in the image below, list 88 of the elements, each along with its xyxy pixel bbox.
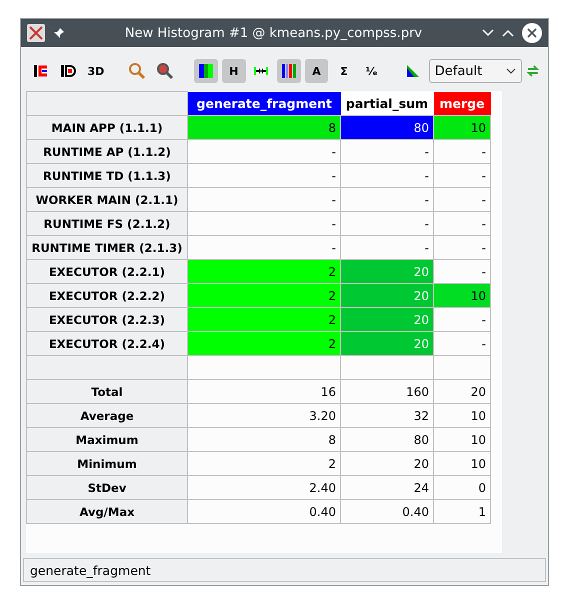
maximize-icon[interactable]	[502, 29, 514, 37]
row-header: MAIN APP (1.1.1)	[26, 116, 188, 140]
refresh-icon[interactable]	[526, 64, 540, 78]
table-cell: 8	[188, 116, 340, 140]
row-header: Total	[26, 380, 188, 404]
table-cell: 20	[340, 260, 434, 284]
toolbar-button[interactable]: A	[304, 59, 328, 83]
arrows-icon	[254, 65, 268, 77]
app-icon	[27, 24, 45, 42]
table-cell: 24	[340, 476, 434, 500]
table-cell: -	[188, 188, 340, 212]
pin-icon[interactable]	[53, 27, 65, 39]
row-header: EXECUTOR (2.2.2)	[26, 284, 188, 308]
magnifier-icon	[128, 62, 146, 80]
table-cell: 20	[434, 380, 490, 404]
row-header: StDev	[26, 476, 188, 500]
toolbar-button[interactable]: ⅟ₑ	[360, 59, 384, 83]
table-cell: -	[340, 212, 434, 236]
table-cell: 10	[434, 428, 490, 452]
toolbar-button[interactable]	[194, 59, 218, 83]
table-cell: 2	[188, 332, 340, 356]
close-icon[interactable]	[522, 23, 542, 43]
table-cell: 1	[434, 500, 490, 524]
row-header: EXECUTOR (2.2.4)	[26, 332, 188, 356]
table-cell: -	[434, 236, 490, 260]
table-cell: -	[340, 164, 434, 188]
table-cell: 16	[188, 380, 340, 404]
window-title: New Histogram #1 @ kmeans.py_compss.prv	[124, 26, 424, 40]
row-header: EXECUTOR (2.2.1)	[26, 260, 188, 284]
row-header: Minimum	[26, 452, 188, 476]
chart-icon	[32, 63, 49, 79]
table-cell: -	[188, 212, 340, 236]
row-header: Avg/Max	[26, 500, 188, 524]
colors-icon	[282, 64, 296, 78]
table-cell: -	[340, 140, 434, 164]
table-cell: 0.40	[340, 500, 434, 524]
table-cell: -	[434, 188, 490, 212]
table-cell: 2	[188, 284, 340, 308]
table-cell: 10	[434, 284, 490, 308]
table-cell: 80	[340, 116, 434, 140]
semantic-dropdown[interactable]: Default	[428, 59, 522, 83]
column-header: partial_sum	[340, 92, 434, 116]
toolbar-button[interactable]: H	[222, 59, 246, 83]
table-cell: 8	[188, 428, 340, 452]
status-bar: generate_fragment	[23, 558, 546, 582]
table-cell: 10	[434, 404, 490, 428]
table-cell: -	[340, 188, 434, 212]
table-cell: -	[188, 140, 340, 164]
table-cell: -	[188, 164, 340, 188]
magnifier-icon	[156, 62, 174, 80]
table-cell: 2	[188, 308, 340, 332]
row-header: Maximum	[26, 428, 188, 452]
row-header: EXECUTOR (2.2.3)	[26, 308, 188, 332]
row-header: RUNTIME AP (1.1.2)	[26, 140, 188, 164]
table-cell: 80	[340, 428, 434, 452]
bars-icon	[199, 64, 214, 78]
table-cell: 0	[434, 476, 490, 500]
table-cell: 0.40	[188, 500, 340, 524]
triangle-icon	[406, 65, 419, 77]
table-cell: -	[434, 140, 490, 164]
table-cell: 10	[434, 116, 490, 140]
table-cell: -	[434, 332, 490, 356]
table-cell: -	[434, 212, 490, 236]
row-header: Average	[26, 404, 188, 428]
table-cell: 160	[340, 380, 434, 404]
row-header: RUNTIME TD (1.1.3)	[26, 164, 188, 188]
row-header: WORKER MAIN (2.1.1)	[26, 188, 188, 212]
table-cell: 20	[340, 452, 434, 476]
row-header: RUNTIME FS (2.1.2)	[26, 212, 188, 236]
toolbar-button[interactable]: Σ	[332, 59, 356, 83]
table-cell: 2	[188, 452, 340, 476]
table-cell: 2	[188, 260, 340, 284]
column-header: generate_fragment	[188, 92, 340, 116]
chart-icon	[60, 63, 76, 79]
column-header: merge	[434, 92, 490, 116]
chevron-icon	[506, 68, 516, 74]
table-cell: 10	[434, 452, 490, 476]
table-cell: 3.20	[188, 404, 340, 428]
table-cell: 20	[340, 284, 434, 308]
table-cell: -	[434, 164, 490, 188]
table-cell: 20	[340, 308, 434, 332]
table-cell: 2.40	[188, 476, 340, 500]
row-header: RUNTIME TIMER (2.1.3)	[26, 236, 188, 260]
table-cell: 20	[340, 332, 434, 356]
table-cell: -	[434, 308, 490, 332]
table-cell: 32	[340, 404, 434, 428]
toolbar-button[interactable]: 3D	[84, 59, 108, 83]
minimize-icon[interactable]	[482, 29, 494, 37]
